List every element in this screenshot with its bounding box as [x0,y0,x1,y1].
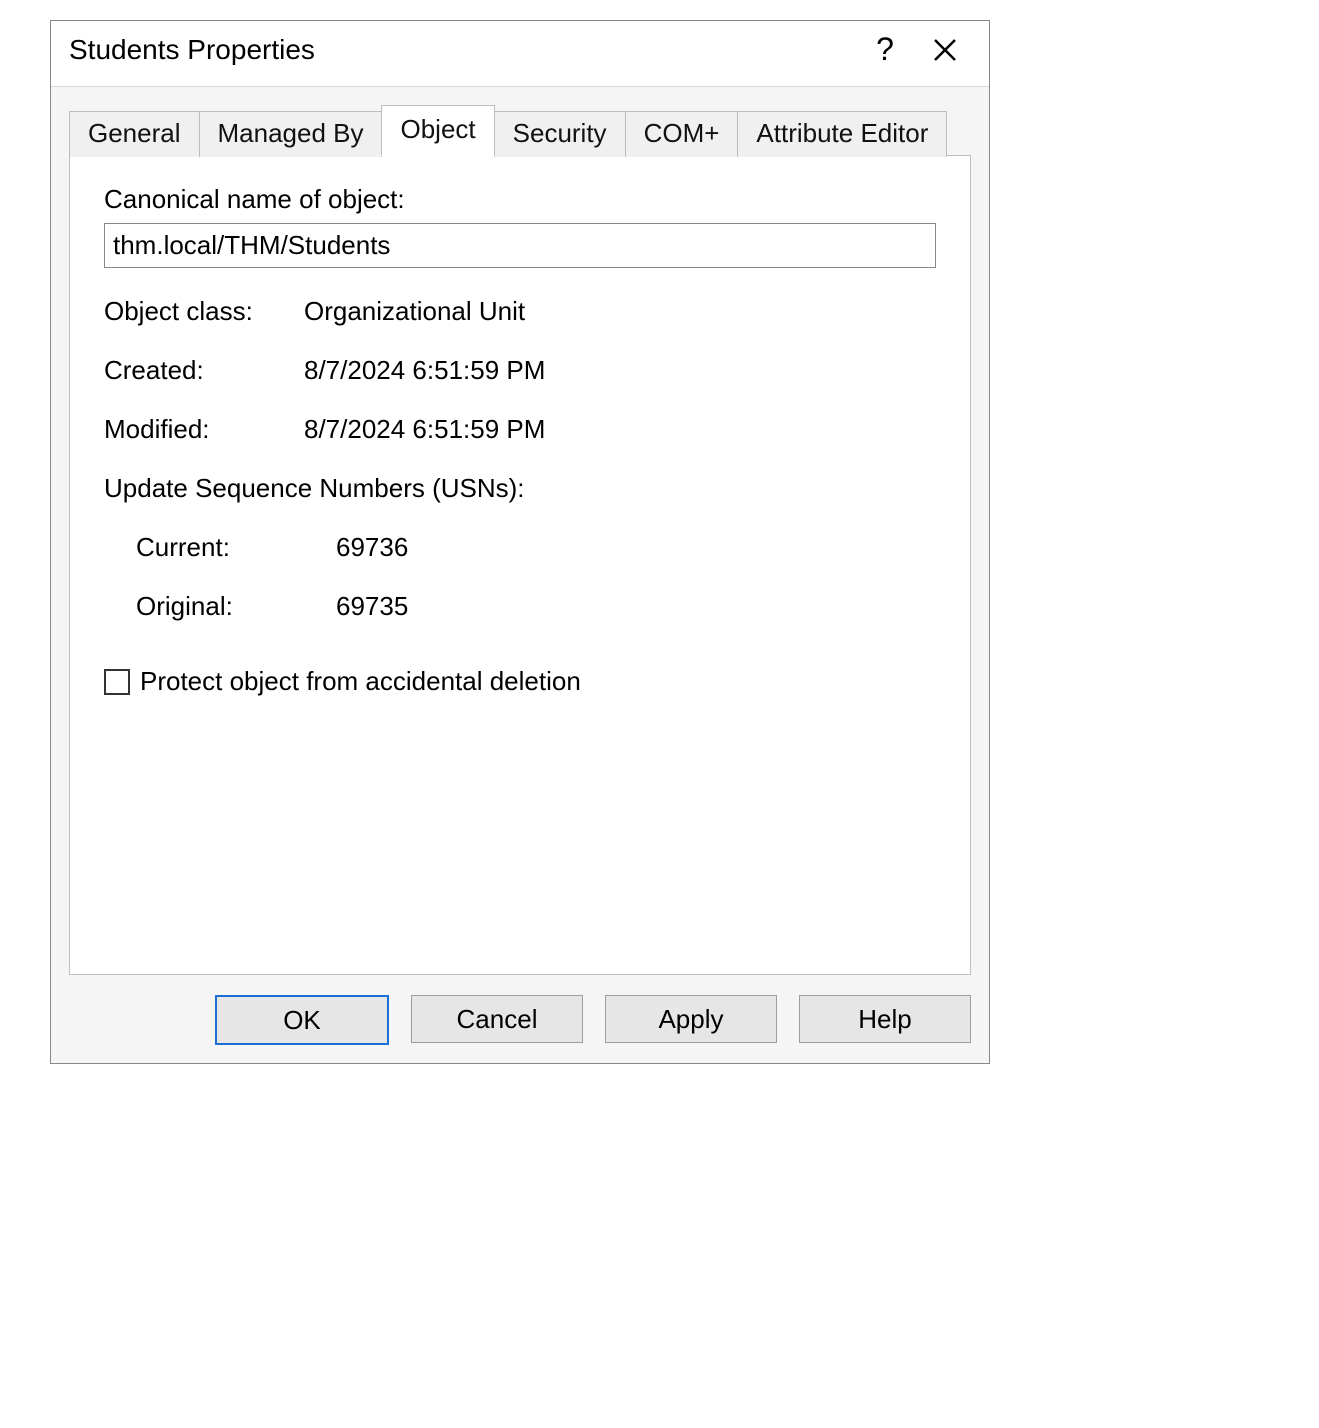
protect-checkbox-label: Protect object from accidental deletion [140,666,581,697]
properties-dialog: Students Properties ? General Managed By… [50,20,990,1064]
client-area: General Managed By Object Security COM+ … [51,87,989,1063]
created-label: Created: [104,355,304,386]
ok-button[interactable]: OK [215,995,389,1045]
tab-object[interactable]: Object [381,105,494,156]
canonical-name-label: Canonical name of object: [104,184,936,215]
window-title: Students Properties [69,34,855,66]
usn-header: Update Sequence Numbers (USNs): [104,473,936,504]
tab-security[interactable]: Security [494,111,626,157]
protect-checkbox[interactable] [104,669,130,695]
usn-current-label: Current: [104,532,336,563]
dialog-button-row: OK Cancel Apply Help [69,995,971,1045]
tab-content-object: Canonical name of object: Object class: … [69,155,971,975]
created-value: 8/7/2024 6:51:59 PM [304,355,545,386]
modified-value: 8/7/2024 6:51:59 PM [304,414,545,445]
apply-button[interactable]: Apply [605,995,777,1043]
modified-label: Modified: [104,414,304,445]
canonical-name-field[interactable] [104,223,936,268]
help-icon[interactable]: ? [855,31,915,68]
tab-attribute-editor[interactable]: Attribute Editor [737,111,947,157]
protect-checkbox-row[interactable]: Protect object from accidental deletion [104,666,936,697]
cancel-button[interactable]: Cancel [411,995,583,1043]
object-class-label: Object class: [104,296,304,327]
tab-general[interactable]: General [69,111,200,157]
object-class-value: Organizational Unit [304,296,525,327]
tab-strip: General Managed By Object Security COM+ … [69,105,971,156]
help-button[interactable]: Help [799,995,971,1043]
usn-original-label: Original: [104,591,336,622]
usn-current-value: 69736 [336,532,408,563]
close-icon[interactable] [915,37,975,63]
tab-com-plus[interactable]: COM+ [625,111,739,157]
titlebar: Students Properties ? [51,21,989,87]
usn-original-value: 69735 [336,591,408,622]
tab-managed-by[interactable]: Managed By [199,111,383,157]
